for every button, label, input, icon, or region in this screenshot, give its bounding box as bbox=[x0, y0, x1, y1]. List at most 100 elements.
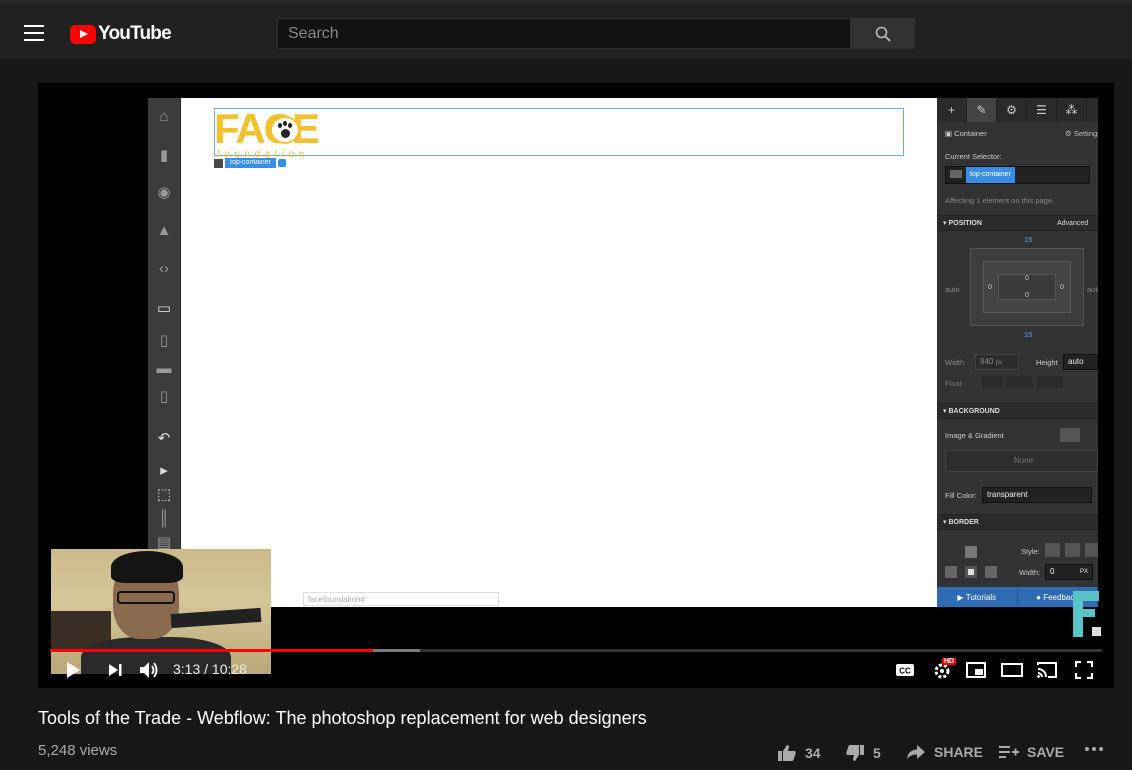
position-section-label: POSITION bbox=[948, 220, 982, 227]
border-right-icon bbox=[985, 566, 997, 578]
padding-left-value: 0 bbox=[988, 284, 992, 291]
selector-tag: top-container bbox=[214, 158, 286, 168]
hd-badge: HD bbox=[942, 658, 957, 665]
fullscreen-icon bbox=[1075, 661, 1093, 679]
phone-landscape-icon: ▬ bbox=[156, 359, 172, 377]
settings-label: Settings bbox=[1073, 129, 1098, 138]
phone-portrait-icon: ▯ bbox=[159, 388, 169, 405]
captions-button[interactable]: CC bbox=[893, 656, 917, 684]
panel-tabs: + ✎ ⚙ ☰ ⁂ bbox=[937, 98, 1098, 122]
border-left-icon bbox=[945, 566, 957, 578]
add-icon: + bbox=[937, 98, 967, 122]
padding-top-value: 0 bbox=[1025, 275, 1029, 282]
settings-link: ⚙ Settings bbox=[1065, 129, 1098, 138]
border-dotted-icon bbox=[1085, 543, 1098, 557]
save-label: SAVE bbox=[1027, 744, 1065, 760]
menu-icon[interactable] bbox=[24, 25, 44, 41]
current-selector-label: Current Selector: bbox=[945, 152, 1002, 161]
search-icon bbox=[875, 26, 891, 42]
settings-button[interactable]: HD bbox=[930, 656, 957, 684]
dislike-button[interactable]: 5 bbox=[845, 744, 881, 762]
view-count: 5,248 views bbox=[38, 742, 118, 759]
mute-button[interactable] bbox=[136, 656, 162, 684]
like-button[interactable]: 34 bbox=[777, 744, 821, 762]
preview-icon: ▸ bbox=[160, 462, 168, 479]
fullscreen-button[interactable] bbox=[1072, 656, 1096, 684]
channel-watermark-logo[interactable] bbox=[1073, 591, 1103, 639]
progress-bar[interactable] bbox=[50, 649, 1102, 652]
image-picker-icon bbox=[1060, 428, 1080, 442]
dislike-count: 5 bbox=[873, 745, 881, 761]
eye-icon: ◉ bbox=[157, 184, 171, 201]
logo-text: YouTube bbox=[98, 23, 172, 44]
width-unit: px bbox=[995, 360, 1002, 366]
image-gradient-label: Image & Gradient bbox=[945, 431, 1004, 440]
play-button[interactable] bbox=[62, 656, 84, 684]
padding-bottom-value: 0 bbox=[1025, 292, 1029, 299]
float-label: Float bbox=[945, 379, 962, 388]
settings-gear-icon bbox=[277, 159, 286, 167]
share-label: SHARE bbox=[934, 744, 984, 760]
video-frame-webflow-designer: ⌂ ▮ ◉ ▲ ‹› ▭ ▯ ▬ ▯ ↶ ▸ ⬚ ║ ▤ FACE founda… bbox=[148, 98, 1098, 607]
element-type-label: Container bbox=[954, 129, 987, 138]
grid-icon: ║ bbox=[158, 509, 170, 527]
float-none-icon bbox=[1007, 376, 1033, 388]
affecting-text: Affecting 1 element on this page. bbox=[945, 196, 1055, 205]
next-button[interactable] bbox=[104, 656, 126, 684]
float-right-icon bbox=[1037, 376, 1063, 388]
video-player[interactable]: ⌂ ▮ ◉ ▲ ‹› ▭ ▯ ▬ ▯ ↶ ▸ ⬚ ║ ▤ FACE founda… bbox=[38, 83, 1114, 688]
fill-color-field: transparent bbox=[982, 487, 1092, 503]
search-box bbox=[277, 18, 851, 49]
cast-button[interactable] bbox=[1035, 656, 1059, 684]
page-icon: ▮ bbox=[159, 147, 169, 164]
selector-chip: top-container bbox=[966, 167, 1015, 183]
desktop-icon: ▭ bbox=[156, 300, 172, 317]
more-actions-button[interactable] bbox=[1084, 746, 1104, 752]
margin-bottom-value: 15 bbox=[1024, 330, 1033, 339]
border-section-label: BORDER bbox=[948, 519, 979, 526]
cc-icon: CC bbox=[896, 664, 914, 676]
margin-top-value: 15 bbox=[1024, 235, 1033, 244]
theater-mode-button[interactable] bbox=[1000, 656, 1024, 684]
height-label: Height bbox=[1036, 358, 1058, 367]
element-type-row: ▣ Container bbox=[945, 129, 987, 138]
youtube-play-icon bbox=[70, 24, 96, 44]
selector-type-icon bbox=[950, 169, 962, 178]
thumbs-up-icon bbox=[778, 745, 796, 761]
border-solid-icon bbox=[1045, 543, 1060, 557]
play-icon bbox=[67, 662, 80, 678]
border-style-label: Style: bbox=[1021, 547, 1040, 556]
background-section-label: BACKGROUND bbox=[948, 408, 1000, 415]
undo-icon: ↶ bbox=[157, 430, 171, 447]
save-button[interactable]: SAVE bbox=[999, 744, 1064, 760]
advanced-label: Advanced bbox=[1057, 220, 1089, 227]
next-icon bbox=[109, 664, 122, 676]
height-field: auto bbox=[1063, 354, 1098, 370]
share-button[interactable]: SHARE bbox=[906, 744, 983, 760]
svg-text:CC: CC bbox=[899, 667, 911, 676]
rocket-icon: ▲ bbox=[156, 221, 172, 239]
tutorials-tab: ▶ Tutorials bbox=[937, 587, 1018, 607]
background-section-header: ▾ BACKGROUND bbox=[937, 403, 1098, 419]
progress-played bbox=[50, 649, 373, 652]
miniplayer-button[interactable] bbox=[964, 656, 988, 684]
tutorials-label: Tutorials bbox=[965, 592, 997, 602]
canvas-url-field: facefoundation# bbox=[303, 592, 499, 606]
width-value: 940 bbox=[980, 357, 994, 366]
youtube-logo[interactable]: YouTube bbox=[70, 23, 172, 45]
search-button[interactable] bbox=[851, 18, 915, 49]
margin-left-value: auto bbox=[945, 285, 960, 294]
border-all-icon bbox=[965, 566, 977, 578]
share-icon bbox=[907, 745, 925, 759]
search-input[interactable] bbox=[278, 19, 850, 48]
tablet-icon: ▯ bbox=[159, 332, 169, 349]
theater-icon bbox=[1001, 663, 1023, 677]
home-icon: ⌂ bbox=[159, 107, 169, 125]
background-none-field: None bbox=[945, 450, 1098, 472]
float-left-icon bbox=[982, 376, 1002, 388]
cast-icon bbox=[1037, 662, 1057, 678]
time-display: 3:13 / 10:28 bbox=[173, 661, 247, 677]
border-width-value: 0 bbox=[1050, 567, 1055, 576]
container-icon: ▣ bbox=[945, 129, 955, 138]
code-icon: ‹› bbox=[159, 259, 169, 277]
